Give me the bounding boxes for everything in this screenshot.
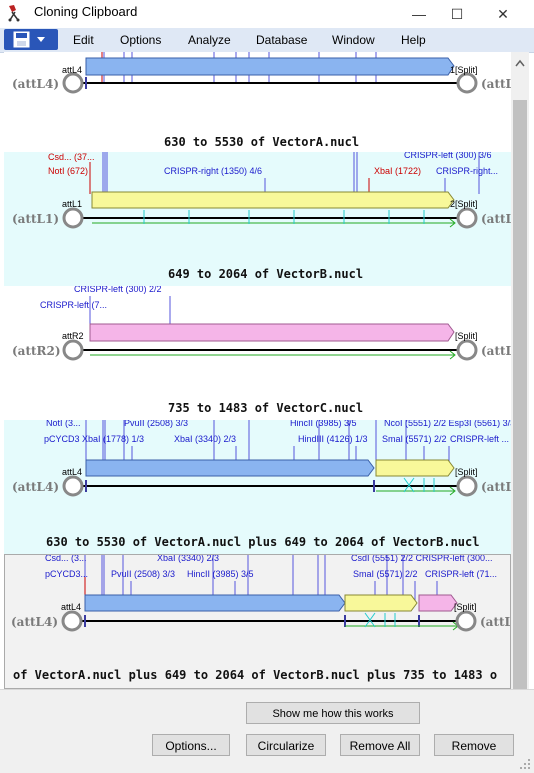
feature-label: CRISPR-right (1350) 4/6 [164, 166, 262, 176]
feature-label: XbaI (1722) [374, 166, 421, 176]
left-site-label: (attL4) [12, 480, 59, 494]
feature-label: pCYCD3 XbaI (1778) 1/3 [44, 434, 144, 444]
feature-label: PvuII (2508) 3/3 [124, 420, 188, 428]
scrollbar-thumb[interactable] [513, 100, 527, 720]
resize-grip-icon[interactable] [519, 758, 531, 770]
window-title: Cloning Clipboard [34, 4, 138, 19]
left-site-label: (attL4) [11, 615, 58, 629]
left-site-label: (attL1) [12, 212, 59, 226]
clipboard-content: (attL4) (attL attL4 1 [Split] 630 to 553… [4, 52, 511, 689]
title-bar: Cloning Clipboard — ☐ ✕ [0, 0, 534, 28]
split-label: [Split] [455, 331, 478, 341]
panel-caption: 735 to 1483 of VectorC.nucl [168, 401, 363, 415]
split-label: [Split] [455, 199, 478, 209]
clipboard-item[interactable]: (attL4) (attL attL4 1 [Split] 630 to 553… [4, 52, 511, 152]
menu-options[interactable]: Options [120, 33, 161, 47]
feature-label: Csd... (37... [48, 152, 95, 162]
menu-help[interactable]: Help [401, 33, 426, 47]
feature-label: CsdI (5551) 2/2 CRISPR-left (300... [351, 555, 493, 563]
feature-label: CRISPR-right... [436, 166, 498, 176]
feature-label: CRISPR-left (71... [425, 569, 497, 579]
right-site-label: (attL [481, 77, 511, 91]
feature-label: CRISPR-left (300) 2/2 [74, 286, 162, 294]
right-site-label: (attL [481, 480, 511, 494]
right-site-label: (attL [481, 344, 511, 358]
feature-label: NcoI (5551) 2/2 Esp3I (5561) 3/3 [384, 420, 511, 428]
show-me-how-button[interactable]: Show me how this works [246, 702, 420, 724]
clipboard-item[interactable]: Csd... (37... NotI (672) CRISPR-right (1… [4, 150, 511, 286]
feature-label: CRISPR-left (300) 3/6 [404, 152, 492, 160]
menu-database[interactable]: Database [256, 33, 307, 47]
panel-caption: 649 to 2064 of VectorB.nucl [168, 267, 363, 281]
menu-bar: Edit Options Analyze Database Window Hel… [0, 28, 534, 53]
button-bar: Show me how this works Options... Circul… [0, 689, 534, 773]
maximize-button[interactable]: ☐ [434, 0, 480, 28]
feature-label: CRISPR-left (7... [40, 300, 107, 310]
feature-label: SmaI (5571) 2/2 [382, 434, 447, 444]
start-label: attL4 [62, 65, 82, 75]
start-label: attL4 [61, 602, 81, 612]
panel-caption: 630 to 5530 of VectorA.nucl [164, 135, 359, 149]
panel-caption: 630 to 5530 of VectorA.nucl plus 649 to … [46, 535, 479, 549]
menu-window[interactable]: Window [332, 33, 375, 47]
floppy-icon [13, 31, 45, 48]
feature-label: NotI (672) [48, 166, 88, 176]
feature-label: HincII (3985) 3/5 [187, 569, 254, 579]
start-label: attL4 [62, 467, 82, 477]
feature-label: NotI (3... [46, 420, 81, 428]
save-menu-button[interactable] [4, 29, 58, 50]
start-label: attR2 [62, 331, 84, 341]
menu-analyze[interactable]: Analyze [188, 33, 231, 47]
vertical-scrollbar[interactable] [511, 52, 529, 720]
menu-edit[interactable]: Edit [73, 33, 94, 47]
feature-label: HindIII (4126) 1/3 [298, 434, 368, 444]
left-site-label: (attR2) [12, 344, 61, 358]
right-site-label: (attL [480, 615, 510, 629]
split-label: [Split] [454, 602, 477, 612]
feature-label: HincII (3985) 3/5 [290, 420, 357, 428]
panel-caption: of VectorA.nucl plus 649 to 2064 of Vect… [13, 668, 497, 682]
feature-label: CRISPR-left ... [450, 434, 509, 444]
feature-label: XbaI (3340) 2/3 [157, 555, 219, 563]
options-button[interactable]: Options... [152, 734, 230, 756]
feature-label: PvuII (2508) 3/3 [111, 569, 175, 579]
clipboard-item[interactable]: CRISPR-left (300) 2/2 CRISPR-left (7... … [4, 284, 511, 420]
feature-label: SmaI (5571) 2/2 [353, 569, 418, 579]
start-label: attL1 [62, 199, 82, 209]
remove-button[interactable]: Remove [434, 734, 514, 756]
split-label: [Split] [455, 467, 478, 477]
scroll-up-icon[interactable] [511, 56, 529, 72]
feature-label: Csd... (3... [45, 555, 87, 563]
feature-label: pCYCD3... [45, 569, 88, 579]
feature-label: XbaI (3340) 2/3 [174, 434, 236, 444]
remove-all-button[interactable]: Remove All [340, 734, 420, 756]
circularize-button[interactable]: Circularize [246, 734, 326, 756]
split-label: [Split] [455, 65, 478, 75]
clipboard-item-selected[interactable]: Csd... (3... XbaI (3340) 2/3 CsdI (5551)… [4, 553, 511, 689]
right-site-label: (attL [481, 212, 511, 226]
app-icon [8, 5, 20, 22]
clipboard-item[interactable]: NotI (3... PvuII (2508) 3/3 HincII (3985… [4, 418, 511, 554]
close-button[interactable]: ✕ [480, 0, 526, 28]
left-site-label: (attL4) [12, 77, 59, 91]
